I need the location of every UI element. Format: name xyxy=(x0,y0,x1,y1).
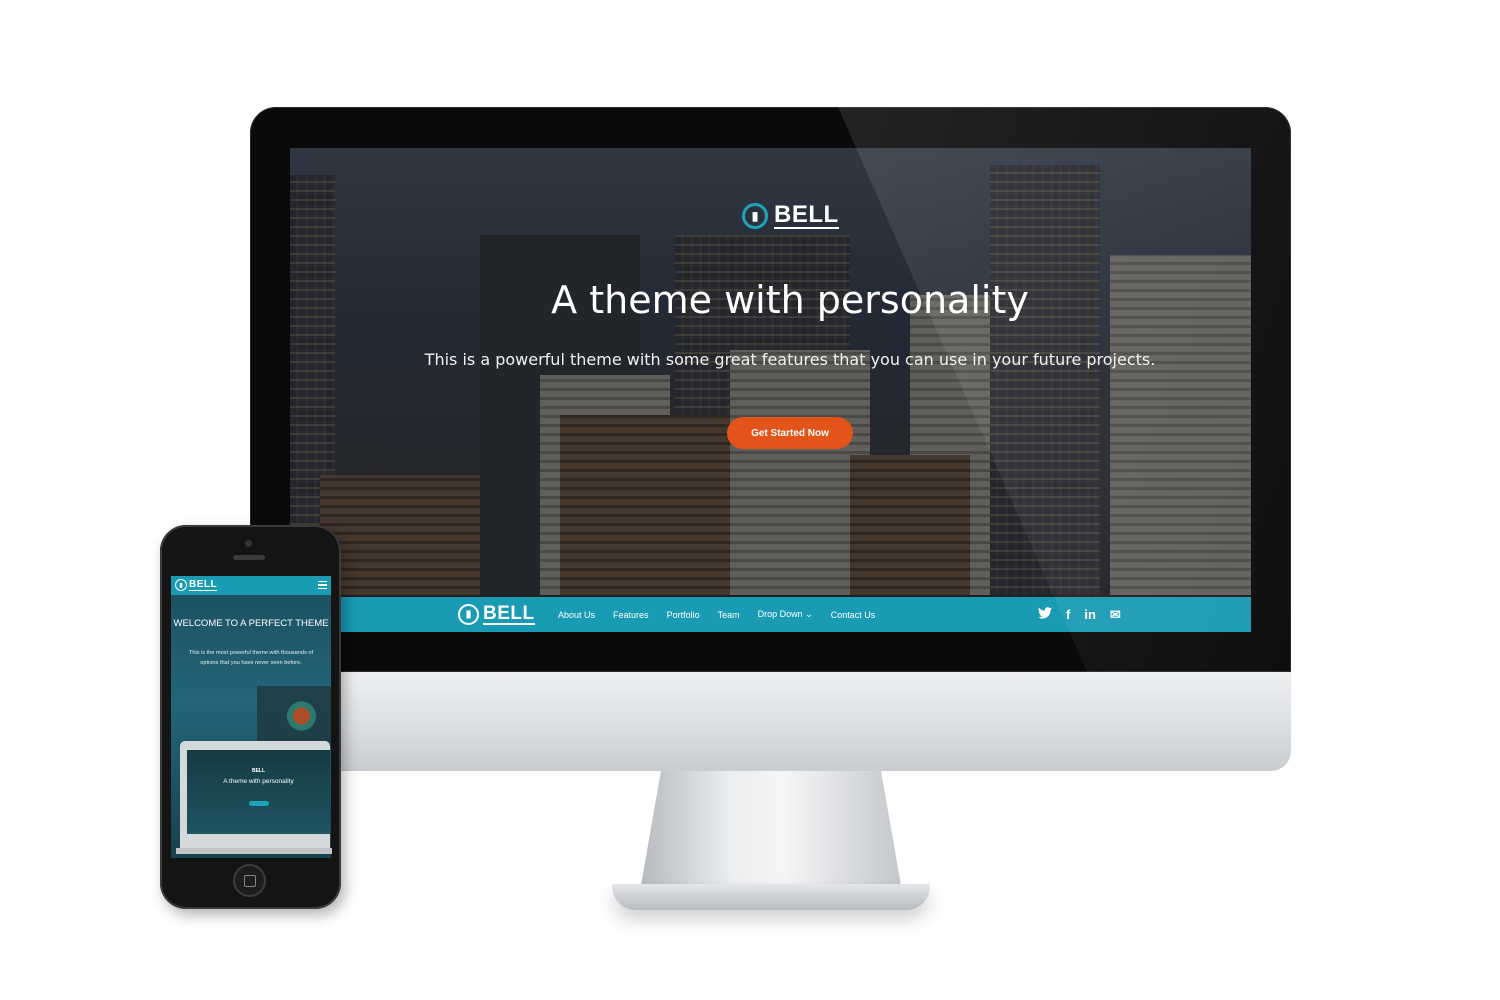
bookmark-icon: ▮ xyxy=(742,203,768,229)
nav-link-about-us[interactable]: About Us xyxy=(558,610,595,620)
laptop-cta-button xyxy=(249,801,269,806)
social-links: f in ✉ xyxy=(1038,597,1121,632)
phone-speaker xyxy=(233,555,265,560)
mobile-hero-subtitle: This is the most powerful theme with tho… xyxy=(188,650,314,666)
laptop-screen: BELL A theme with personality xyxy=(187,750,330,834)
nav-brand: BELL xyxy=(483,603,535,625)
bookmark-icon: ▮ xyxy=(175,579,187,591)
laptop-brand: BELL xyxy=(251,768,266,774)
home-square-icon xyxy=(243,874,256,887)
linkedin-icon[interactable]: in xyxy=(1084,607,1096,622)
phone-camera xyxy=(245,540,252,547)
mobile-navbar: ▮ BELL xyxy=(171,576,331,595)
laptop-base xyxy=(176,848,332,854)
nav-link-contact-us[interactable]: Contact Us xyxy=(831,610,876,620)
hamburger-menu-icon[interactable] xyxy=(318,581,327,589)
hero-logo[interactable]: ▮ BELL xyxy=(742,203,839,229)
mobile-logo[interactable]: ▮ BELL xyxy=(175,578,218,591)
desktop-navbar: ▮ BELL About Us Features Portfolio Team … xyxy=(290,597,1251,632)
imac-chin xyxy=(250,672,1291,771)
chameleon-image xyxy=(257,686,331,746)
nav-link-drop-down-label: Drop Down xyxy=(757,609,803,619)
nav-link-team[interactable]: Team xyxy=(718,610,740,620)
nav-link-drop-down[interactable]: Drop Down ⌄ xyxy=(758,609,813,620)
hero-subtitle: This is a powerful theme with some great… xyxy=(424,350,1156,369)
nav-link-features[interactable]: Features xyxy=(613,610,649,620)
nav-links: About Us Features Portfolio Team Drop Do… xyxy=(558,597,875,632)
bookmark-icon: ▮ xyxy=(458,604,479,625)
twitter-icon[interactable] xyxy=(1038,607,1052,622)
facebook-icon[interactable]: f xyxy=(1066,607,1070,622)
chevron-down-icon: ⌄ xyxy=(805,609,813,619)
hero-title: A theme with personality xyxy=(551,278,1029,322)
imac-stand xyxy=(640,771,902,891)
nav-link-portfolio[interactable]: Portfolio xyxy=(667,610,700,620)
email-icon[interactable]: ✉ xyxy=(1110,607,1121,623)
mobile-hero-title: WELCOME TO A PERFECT THEME xyxy=(173,618,329,629)
mobile-brand: BELL xyxy=(189,578,218,591)
nav-logo[interactable]: ▮ BELL xyxy=(458,604,535,625)
hero-brand: BELL xyxy=(774,201,839,229)
imac-foot xyxy=(612,884,930,910)
home-button[interactable] xyxy=(233,864,266,897)
laptop-hero-title: A theme with personality xyxy=(223,778,294,785)
get-started-button[interactable]: Get Started Now xyxy=(727,417,853,449)
